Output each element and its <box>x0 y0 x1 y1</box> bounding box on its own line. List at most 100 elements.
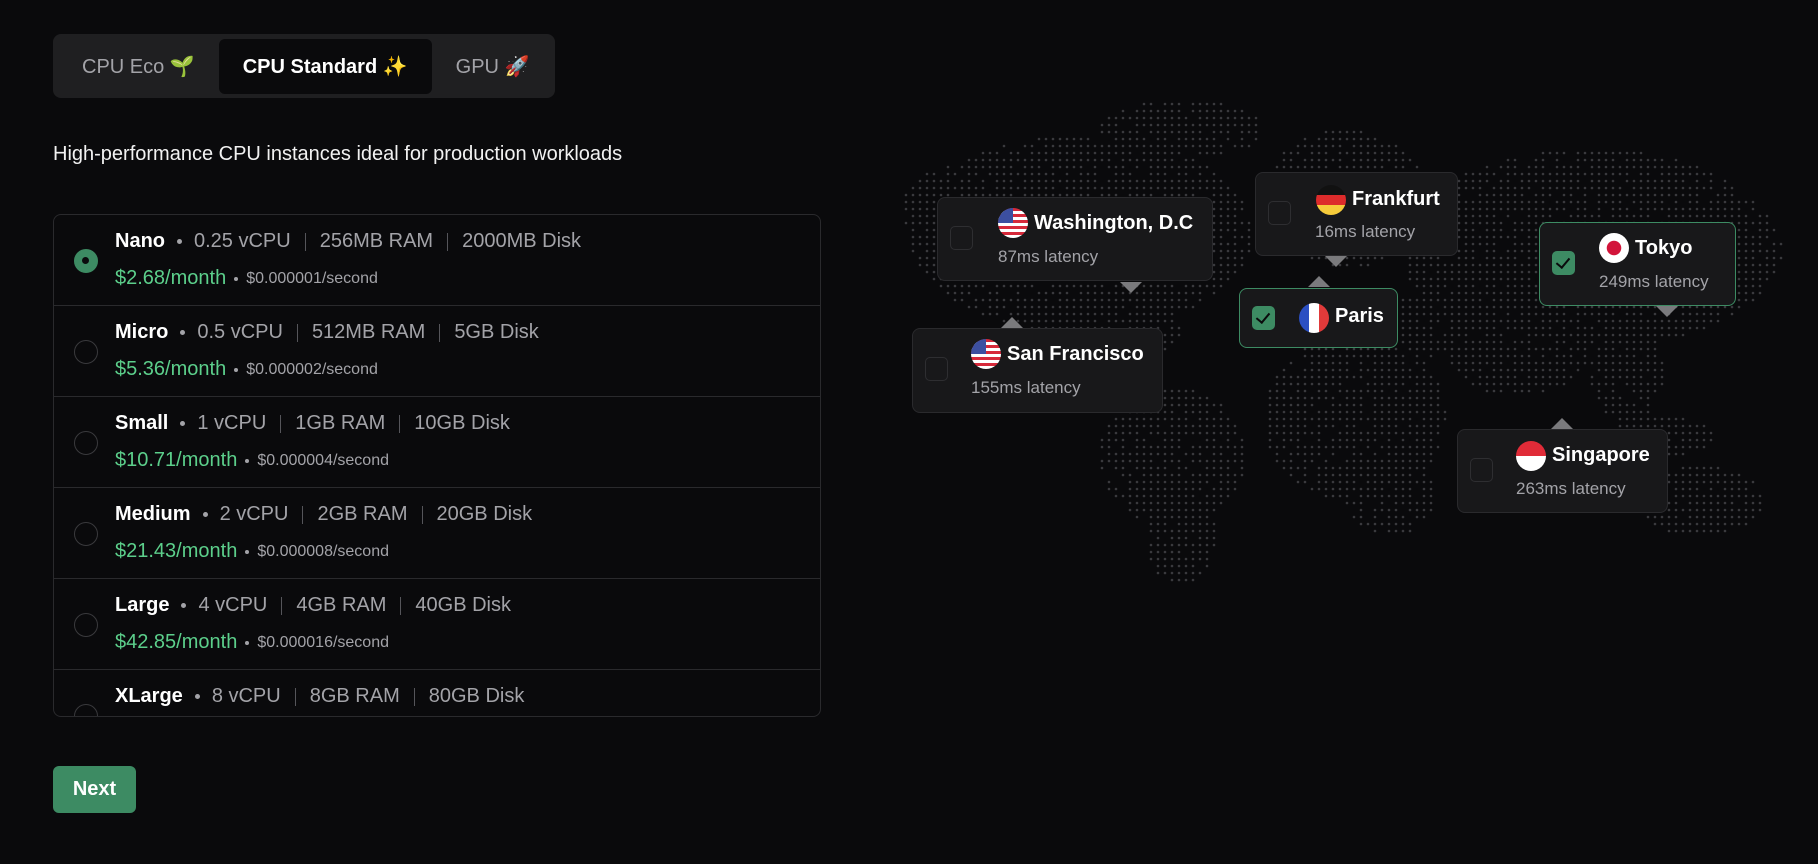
tab-cpu-eco[interactable]: CPU Eco 🌱 <box>58 39 219 94</box>
map-dot <box>1583 214 1587 218</box>
map-dot <box>1142 137 1146 141</box>
map-dot <box>1436 382 1440 386</box>
region-checkbox[interactable] <box>925 357 948 381</box>
next-button[interactable]: Next <box>53 766 136 813</box>
map-dot <box>1121 179 1125 183</box>
plan-row-nano[interactable]: Nano 0.25 vCPU 256MB RAM 2000MB Disk $2.… <box>54 215 820 306</box>
map-dot <box>1163 179 1167 183</box>
map-dot <box>1548 172 1552 176</box>
map-dot <box>1660 193 1664 197</box>
plan-row-micro[interactable]: Micro 0.5 vCPU 512MB RAM 5GB Disk $5.36/… <box>54 306 820 397</box>
map-dot <box>1415 305 1419 309</box>
map-dot <box>1548 361 1552 365</box>
map-dot <box>1002 193 1006 197</box>
map-dot <box>1086 291 1090 295</box>
map-dot <box>1226 277 1230 281</box>
map-dot <box>1163 291 1167 295</box>
map-dot <box>1282 382 1286 386</box>
map-dot <box>1373 529 1377 533</box>
plan-row-medium[interactable]: Medium 2 vCPU 2GB RAM 20GB Disk $21.43/m… <box>54 488 820 579</box>
map-dot <box>1499 298 1503 302</box>
tab-gpu[interactable]: GPU 🚀 <box>432 39 554 94</box>
map-dot <box>1534 193 1538 197</box>
region-checkbox[interactable] <box>1470 458 1493 482</box>
region-checkbox-checked[interactable] <box>1252 306 1275 330</box>
map-dot <box>1219 466 1223 470</box>
region-checkbox[interactable] <box>950 226 973 250</box>
tab-cpu-standard[interactable]: CPU Standard ✨ <box>218 38 432 94</box>
region-card-san-francisco[interactable]: San Francisco 155ms latency <box>912 328 1163 413</box>
map-dot <box>1534 382 1538 386</box>
map-dot <box>1240 207 1244 211</box>
map-dot <box>1240 473 1244 477</box>
map-dot <box>1373 480 1377 484</box>
plan-list[interactable]: Nano 0.25 vCPU 256MB RAM 2000MB Disk $2.… <box>53 214 821 717</box>
region-card-tokyo[interactable]: Tokyo 249ms latency <box>1539 222 1736 306</box>
map-dot <box>1597 382 1601 386</box>
map-dot <box>1695 438 1699 442</box>
map-dot <box>1394 466 1398 470</box>
map-dot <box>1380 431 1384 435</box>
map-dot <box>1688 494 1692 498</box>
map-dot <box>1485 193 1489 197</box>
region-checkbox-checked[interactable] <box>1552 251 1575 275</box>
region-checkbox[interactable] <box>1268 201 1291 225</box>
region-card-frankfurt[interactable]: Frankfurt 16ms latency <box>1255 172 1458 256</box>
map-dot <box>1520 179 1524 183</box>
map-dot <box>1429 424 1433 428</box>
map-dot <box>1590 165 1594 169</box>
map-dot <box>1646 305 1650 309</box>
map-dot <box>1618 396 1622 400</box>
map-dot <box>1555 207 1559 211</box>
map-dot <box>1107 319 1111 323</box>
map-dot <box>1359 522 1363 526</box>
plan-radio[interactable] <box>74 249 98 273</box>
plan-radio[interactable] <box>74 704 98 716</box>
map-dot <box>1037 137 1041 141</box>
map-dot <box>1296 375 1300 379</box>
map-dot <box>1394 501 1398 505</box>
map-dot <box>1387 494 1391 498</box>
map-dot <box>1520 193 1524 197</box>
map-dot <box>1401 487 1405 491</box>
map-dot <box>1611 389 1615 393</box>
map-dot <box>1590 340 1594 344</box>
map-dot <box>1737 256 1741 260</box>
map-dot <box>1716 200 1720 204</box>
region-card-singapore[interactable]: Singapore 263ms latency <box>1457 429 1668 513</box>
map-dot <box>1604 333 1608 337</box>
plan-row-small[interactable]: Small 1 vCPU 1GB RAM 10GB Disk $10.71/mo… <box>54 397 820 488</box>
map-dot <box>1695 326 1699 330</box>
map-dot <box>1471 263 1475 267</box>
map-dot <box>1163 571 1167 575</box>
map-dot <box>1149 452 1153 456</box>
plan-radio[interactable] <box>74 613 98 637</box>
map-dot <box>1177 459 1181 463</box>
map-dot <box>1730 473 1734 477</box>
map-dot <box>1072 151 1076 155</box>
map-dot <box>1170 473 1174 477</box>
region-card-washington[interactable]: Washington, D.C 87ms latency <box>937 197 1213 281</box>
map-dot <box>1324 417 1328 421</box>
region-card-paris[interactable]: Paris <box>1239 288 1398 348</box>
map-dot <box>1170 186 1174 190</box>
map-dot <box>1618 375 1622 379</box>
plan-radio[interactable] <box>74 522 98 546</box>
plan-row-xlarge[interactable]: XLarge 8 vCPU 8GB RAM 80GB Disk <box>54 670 820 716</box>
map-dot <box>1660 158 1664 162</box>
map-dot <box>1289 158 1293 162</box>
map-dot <box>1646 368 1650 372</box>
plan-radio[interactable] <box>74 340 98 364</box>
plan-radio[interactable] <box>74 431 98 455</box>
map-dot <box>1674 529 1678 533</box>
map-dot <box>1142 193 1146 197</box>
map-dot <box>1352 347 1356 351</box>
map-dot <box>1198 417 1202 421</box>
map-dot <box>1184 305 1188 309</box>
map-dot <box>1436 389 1440 393</box>
map-dot <box>1051 193 1055 197</box>
map-dot <box>1492 249 1496 253</box>
map-dot <box>1030 165 1034 169</box>
map-dot <box>1506 214 1510 218</box>
plan-row-large[interactable]: Large 4 vCPU 4GB RAM 40GB Disk $42.85/mo… <box>54 579 820 670</box>
